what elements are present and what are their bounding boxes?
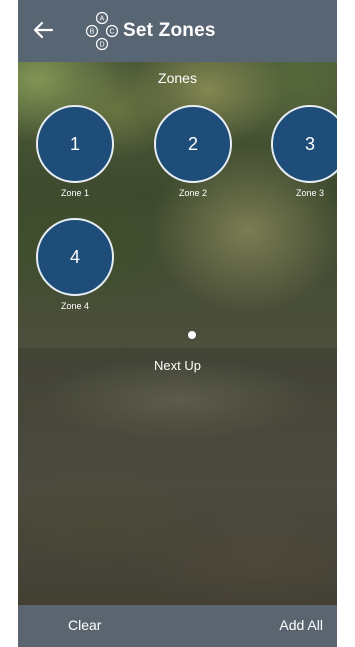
zone-button-3[interactable]: 3 Zone 3 — [269, 105, 337, 198]
back-arrow-icon[interactable] — [32, 19, 54, 41]
logo-letter-a: A — [100, 16, 105, 23]
logo-letter-c: C — [109, 29, 114, 36]
zone-button-2[interactable]: 2 Zone 2 — [152, 105, 234, 198]
top-bar: A B C D Set Zones — [18, 0, 337, 62]
bottom-bar: Clear Add All — [18, 605, 337, 647]
zone-label: Zone 3 — [295, 188, 325, 198]
zone-button-1[interactable]: 1 Zone 1 — [34, 105, 116, 198]
zone-circle: 3 — [271, 105, 337, 183]
logo-icon: A B C D — [85, 11, 119, 51]
zones-heading: Zones — [158, 70, 197, 86]
add-all-button[interactable]: Add All — [279, 617, 323, 633]
logo-letter-b: B — [90, 29, 95, 36]
zone-button-4[interactable]: 4 Zone 4 — [34, 218, 116, 311]
zone-label: Zone 1 — [60, 188, 90, 198]
zone-label: Zone 2 — [178, 188, 208, 198]
clear-button[interactable]: Clear — [68, 617, 101, 633]
next-up-heading: Next Up — [154, 358, 201, 373]
logo-letter-d: D — [99, 42, 104, 49]
page-title: Set Zones — [123, 20, 216, 41]
page-indicator-dot[interactable] — [188, 331, 196, 339]
zone-circle: 1 — [36, 105, 114, 183]
zone-label: Zone 4 — [60, 301, 90, 311]
zone-circle: 2 — [154, 105, 232, 183]
next-up-panel — [18, 348, 337, 605]
app-screen: A B C D Set Zones Zones 1 Zone 1 2 Zone … — [18, 0, 337, 647]
zone-circle: 4 — [36, 218, 114, 296]
